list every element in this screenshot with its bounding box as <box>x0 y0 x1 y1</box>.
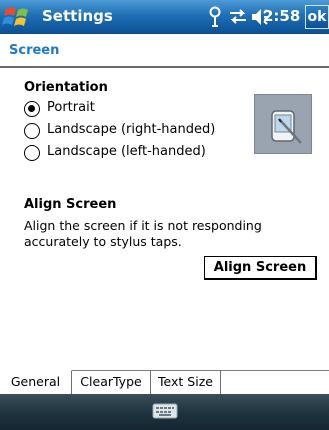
menu-bar <box>0 394 329 430</box>
radio-button-checked[interactable] <box>24 101 40 117</box>
tab-cleartype[interactable]: ClearType <box>72 371 151 394</box>
connectivity-icon[interactable] <box>228 6 248 28</box>
radio-button[interactable] <box>24 145 40 161</box>
app-title: Settings <box>42 7 113 25</box>
radio-label: Landscape (left-handed) <box>47 144 206 159</box>
page-title: Screen <box>9 43 60 58</box>
radio-label: Landscape (right-handed) <box>47 122 216 137</box>
radio-label: Portrait <box>47 100 95 115</box>
page-header: Screen <box>0 34 329 68</box>
ok-button[interactable]: ok <box>305 5 329 29</box>
radio-button[interactable] <box>24 123 40 139</box>
windows-flag-icon <box>2 7 28 26</box>
device-stylus-icon <box>271 110 302 144</box>
tab-general[interactable]: General <box>0 370 72 394</box>
align-heading: Align Screen <box>24 197 117 212</box>
signal-icon[interactable] <box>208 6 222 28</box>
start-button[interactable] <box>2 3 34 31</box>
keyboard-button[interactable] <box>152 402 178 420</box>
header-divider <box>0 66 329 68</box>
title-bar: Settings 2:58 ok <box>0 0 329 34</box>
tab-bar: General ClearType Text Size <box>0 370 329 395</box>
tab-text-size[interactable]: Text Size <box>151 371 221 394</box>
align-description: Align the screen if it is not responding… <box>24 218 262 249</box>
align-screen-button[interactable]: Align Screen <box>204 256 317 280</box>
device-stylus-image <box>254 94 312 154</box>
clock[interactable]: 2:58 <box>263 7 300 25</box>
keyboard-icon <box>152 403 178 419</box>
orientation-heading: Orientation <box>24 80 108 95</box>
